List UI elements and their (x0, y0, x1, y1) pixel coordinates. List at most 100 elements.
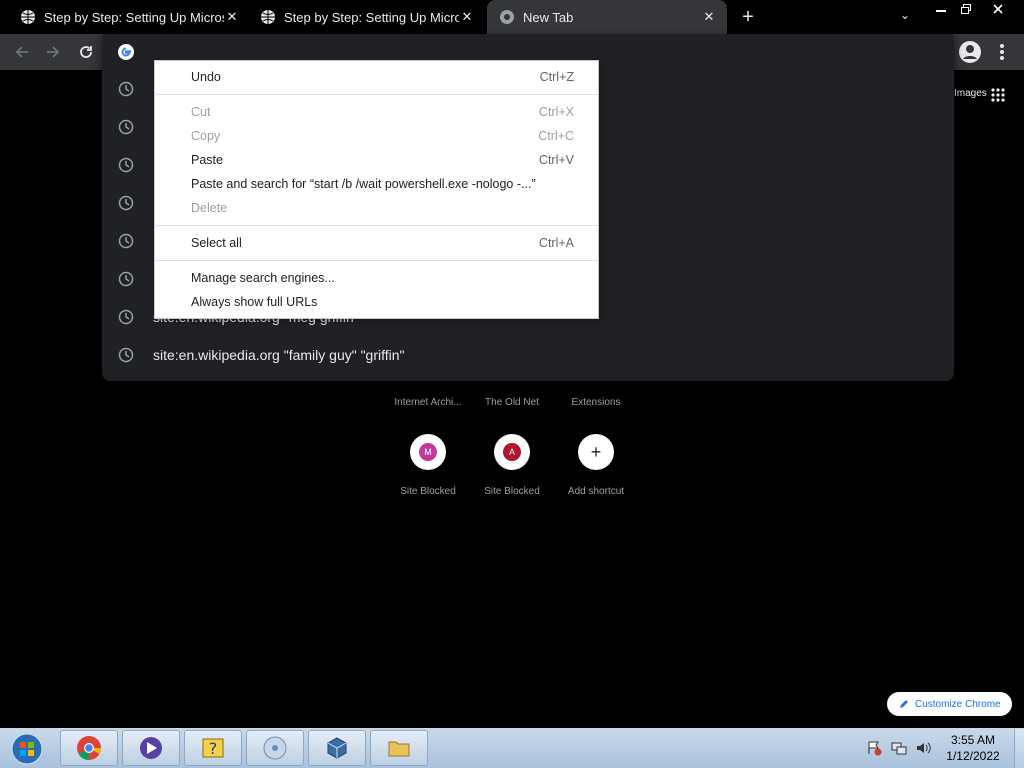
menu-item-label: Copy (191, 129, 221, 143)
close-icon (993, 3, 1003, 14)
menu-item-shortcut: Ctrl+Z (539, 70, 574, 84)
history-clock-icon (118, 347, 134, 363)
close-window-button[interactable] (980, 0, 1016, 17)
menu-item-label: Select all (191, 236, 242, 250)
tab-step-by-step-2[interactable]: Step by Step: Setting Up Microsc ✕ (240, 0, 485, 34)
action-center-icon[interactable] (866, 740, 882, 756)
history-clock-icon (118, 195, 134, 211)
chrome-icon (500, 10, 514, 24)
cube-icon (327, 737, 347, 759)
history-clock-icon (118, 233, 134, 249)
menu-item-paste-and-search[interactable]: Paste and search for “start /b /wait pow… (155, 172, 598, 196)
apps-button[interactable] (990, 87, 1006, 103)
taskbar-app-2[interactable] (122, 730, 180, 766)
media-app-icon (140, 737, 162, 759)
menu-item-label: Paste and search for “start /b /wait pow… (191, 177, 536, 191)
show-desktop-button[interactable] (1014, 729, 1024, 768)
disc-icon (263, 736, 287, 760)
shortcut-label: Site Blocked (484, 486, 540, 497)
globe-icon (261, 10, 275, 24)
menu-separator (155, 225, 598, 226)
chrome-menu-button[interactable] (994, 42, 1010, 62)
chrome-icon (77, 736, 102, 760)
help-icon: ? (202, 738, 224, 758)
more-vert-icon (1000, 44, 1004, 60)
close-tab-icon[interactable]: ✕ (701, 9, 717, 25)
history-clock-icon (118, 119, 134, 135)
clock-date: 1/12/2022 (946, 749, 1000, 763)
taskbar-virtualbox[interactable] (308, 730, 366, 766)
profile-button[interactable] (958, 40, 982, 64)
menu-item-cut[interactable]: Cut Ctrl+X (155, 100, 598, 124)
start-button[interactable] (8, 731, 46, 767)
menu-item-shortcut: Ctrl+C (538, 129, 574, 143)
history-clock-icon (118, 81, 134, 97)
context-menu: Undo Ctrl+Z Cut Ctrl+X Copy Ctrl+C Paste… (154, 60, 599, 319)
customize-chrome-button[interactable]: Customize Chrome (887, 692, 1012, 716)
menu-item-copy[interactable]: Copy Ctrl+C (155, 124, 598, 148)
menu-item-undo[interactable]: Undo Ctrl+Z (155, 65, 598, 89)
menu-separator (155, 260, 598, 261)
apps-grid-icon (991, 88, 1005, 102)
taskbar-explorer[interactable] (370, 730, 428, 766)
minimize-icon (935, 9, 946, 12)
taskbar-help[interactable]: ? (184, 730, 242, 766)
tab-title: Step by Step: Setting Up Microsc (284, 9, 459, 25)
tab-title: New Tab (523, 9, 574, 25)
close-tab-icon[interactable]: ✕ (459, 9, 475, 25)
tab-search-chevron-icon[interactable]: ⌄ (895, 8, 915, 26)
system-clock[interactable]: 3:55 AM 1/12/2022 (940, 732, 1006, 764)
plus-icon: + (590, 441, 602, 462)
menu-item-select-all[interactable]: Select all Ctrl+A (155, 231, 598, 255)
customize-label: Customize Chrome (915, 698, 1001, 710)
new-tab-button[interactable]: + (738, 6, 758, 28)
globe-icon (21, 10, 35, 24)
shortcut-site-blocked-a[interactable]: A Site Blocked (470, 434, 554, 497)
shortcut-site-blocked-m[interactable]: M Site Blocked (386, 434, 470, 497)
restore-icon (960, 3, 971, 14)
profile-avatar-icon (959, 41, 981, 63)
menu-item-label: Always show full URLs (191, 295, 318, 309)
menu-item-always-show-full-urls[interactable]: Always show full URLs (155, 290, 598, 314)
suggestion-row[interactable]: site:en.wikipedia.org "family guy" "grif… (102, 336, 954, 374)
menu-item-shortcut: Ctrl+A (538, 236, 574, 250)
taskbar-chrome[interactable] (60, 730, 118, 766)
shortcut-tile: A (494, 434, 530, 470)
volume-icon[interactable] (915, 740, 931, 756)
restore-button[interactable] (953, 0, 978, 17)
tab-step-by-step-1[interactable]: Step by Step: Setting Up Microsc ✕ (0, 0, 250, 34)
arrow-right-icon (47, 46, 60, 58)
clock-time: 3:55 AM (950, 733, 996, 747)
svg-text:?: ? (209, 739, 218, 758)
menu-item-manage-search-engines[interactable]: Manage search engines... (155, 266, 598, 290)
shortcut-letter-icon: A (503, 443, 521, 461)
tab-new-tab[interactable]: New Tab ✕ (487, 0, 727, 34)
reload-icon (80, 46, 92, 58)
reload-button[interactable] (74, 40, 98, 64)
google-g-icon (118, 44, 134, 60)
suggestion-text: site:en.wikipedia.org "family guy" "grif… (153, 347, 405, 363)
menu-item-label: Manage search engines... (191, 271, 335, 285)
menu-item-paste[interactable]: Paste Ctrl+V (155, 148, 598, 172)
shortcut-label: Extensions (571, 397, 621, 408)
folder-icon (388, 741, 410, 757)
arrow-left-icon (15, 46, 28, 58)
tab-title: Step by Step: Setting Up Microsc (44, 9, 224, 25)
shortcut-letter-icon: M (419, 443, 437, 461)
menu-item-label: Paste (191, 153, 223, 167)
shortcut-tile: M (410, 434, 446, 470)
menu-item-delete[interactable]: Delete (155, 196, 598, 220)
pencil-icon (900, 700, 908, 708)
taskbar-media[interactable] (246, 730, 304, 766)
add-shortcut-button[interactable]: + Add shortcut (554, 434, 638, 497)
minimize-button[interactable] (928, 0, 953, 17)
images-link[interactable]: Images (954, 88, 987, 99)
close-tab-icon[interactable]: ✕ (224, 9, 240, 25)
history-clock-icon (118, 271, 134, 287)
menu-item-label: Cut (191, 105, 211, 119)
forward-button[interactable] (41, 40, 65, 64)
network-icon[interactable] (891, 740, 907, 756)
back-button[interactable] (10, 40, 34, 64)
shortcut-label: Add shortcut (567, 486, 625, 497)
windows-orb-icon (11, 733, 43, 765)
